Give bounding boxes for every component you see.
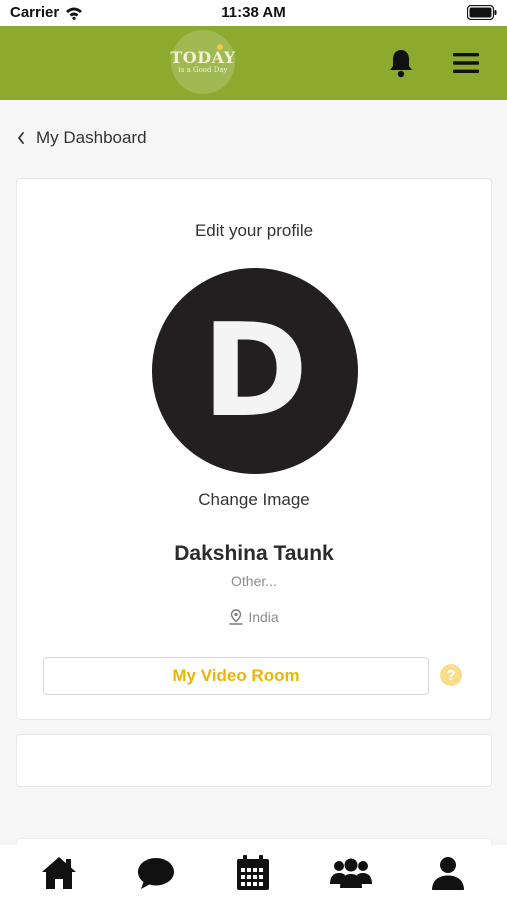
profile-icon (432, 856, 465, 890)
status-time: 11:38 AM (221, 4, 286, 21)
location-pin-icon (229, 609, 244, 625)
calendar-icon (237, 854, 270, 890)
tab-home[interactable] (29, 850, 89, 896)
profile-name: Dakshina Taunk (174, 542, 334, 565)
video-room-label: My Video Room (172, 666, 300, 685)
back-to-dashboard[interactable]: My Dashboard (16, 124, 147, 152)
help-icon[interactable]: ? (440, 664, 462, 686)
today-logo[interactable]: TODAY is a Good Day (170, 30, 236, 94)
my-video-room-button[interactable]: My Video Room (43, 657, 429, 695)
help-label: ? (446, 666, 456, 684)
chevron-left-icon (18, 132, 24, 144)
location: India (17, 609, 491, 625)
avatar-initial: D (201, 296, 309, 446)
tab-chat[interactable] (126, 850, 186, 896)
menu-button[interactable] (450, 46, 482, 80)
battery-icon (466, 4, 497, 24)
back-label: My Dashboard (36, 128, 147, 147)
app-header: TODAY is a Good Day (0, 26, 507, 100)
logo-sun-icon (217, 44, 223, 50)
logo-subtext: is a Good Day (178, 65, 228, 74)
notifications-button[interactable] (386, 46, 416, 80)
profile-card: Edit your profile D Change Image Dakshin… (16, 178, 492, 720)
tab-calendar[interactable] (223, 850, 283, 896)
change-image-link[interactable]: Change Image (17, 490, 491, 510)
status-bar: Carrier 11:38 AM (0, 0, 507, 26)
profile-gender: Other... (231, 573, 277, 589)
group-icon (329, 858, 372, 888)
hamburger-menu-icon (453, 53, 479, 73)
home-icon (41, 856, 76, 889)
location-label: India (248, 609, 279, 625)
logo-text: TODAY (170, 47, 236, 67)
empty-card (16, 734, 492, 787)
edit-profile-title: Edit your profile (194, 221, 314, 240)
avatar[interactable]: D (152, 268, 358, 474)
tab-groups[interactable] (321, 850, 381, 896)
tab-profile[interactable] (418, 850, 478, 896)
bell-icon (390, 50, 412, 78)
chat-icon (138, 857, 175, 889)
bottom-tab-bar (0, 845, 507, 900)
